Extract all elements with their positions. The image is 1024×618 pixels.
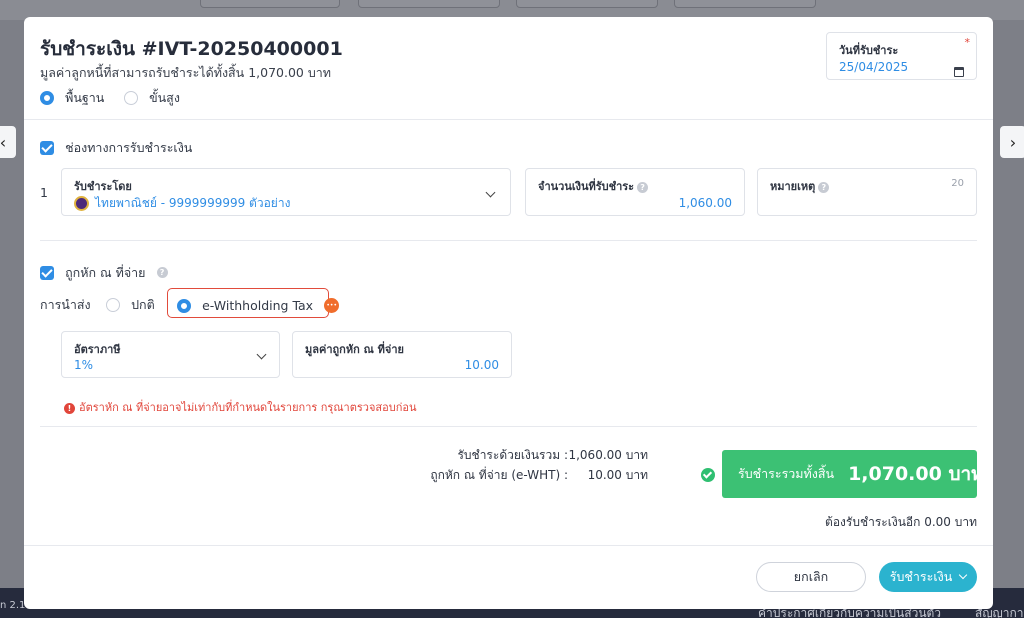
wht-summary-label: ถูกหัก ณ ที่จ่าย (e-WHT) : <box>430 468 568 482</box>
submit-normal-label: ปกติ <box>131 296 155 312</box>
payment-date-label: วันที่รับชำระ <box>839 44 899 57</box>
help-icon[interactable]: ? <box>156 267 168 278</box>
chevron-down-icon[interactable] <box>256 349 267 360</box>
chevron-down-icon[interactable] <box>485 187 496 198</box>
payment-method-select[interactable]: รับชำระโดย ไทยพาณิชย์ - 9999999999 ตัวอย… <box>61 168 511 216</box>
payment-amount-value[interactable]: 1,060.00 <box>679 196 732 210</box>
withholding-checkbox[interactable] <box>40 265 54 280</box>
submit-payment-label: รับชำระเงิน <box>889 569 953 584</box>
divider <box>24 545 993 546</box>
remaining-amount: ต้องรับชำระเงินอีก 0.00 บาท <box>825 515 977 529</box>
tax-rate-label: อัตราภาษี <box>74 343 121 356</box>
divider <box>40 426 977 427</box>
warning-icon: ! <box>64 402 75 414</box>
submit-method-label: การนำส่ง <box>40 297 91 312</box>
chevron-left-icon: ‹ <box>0 132 7 152</box>
divider <box>24 119 993 120</box>
prev-arrow-button[interactable]: ‹ <box>0 126 16 158</box>
next-arrow-button[interactable]: › <box>1000 126 1024 158</box>
background-tab <box>358 0 500 8</box>
mode-advanced-option[interactable]: ขั้นสูง <box>124 87 180 108</box>
calendar-icon[interactable] <box>954 67 964 77</box>
mode-basic-option[interactable]: พื้นฐาน <box>40 87 104 108</box>
payment-amount-label-text: จำนวนเงินที่รับชำระ <box>538 180 635 193</box>
grand-total-value: 1,070.00 บาท <box>848 463 984 485</box>
wht-value-field[interactable]: มูลค่าถูกหัก ณ ที่จ่าย 10.00 <box>292 331 512 378</box>
divider <box>40 240 977 241</box>
payment-amount-label: จำนวนเงินที่รับชำระ? <box>538 177 649 195</box>
wht-warning: ! อัตราหัก ณ ที่จ่ายอาจไม่เท่ากับที่กำหนด… <box>64 398 416 416</box>
mode-basic-label: พื้นฐาน <box>65 89 105 105</box>
chevron-right-icon: › <box>1009 132 1017 152</box>
total-paid-value: 1,060.00 บาท <box>568 448 648 462</box>
mode-advanced-radio[interactable] <box>124 90 138 105</box>
payment-channel-checkbox[interactable] <box>40 140 54 155</box>
mode-advanced-label: ขั้นสูง <box>149 89 180 105</box>
note-field[interactable]: หมายเหตุ? 20 <box>757 168 977 216</box>
submit-ewht-radio[interactable] <box>177 298 191 313</box>
withholding-label: ถูกหัก ณ ที่จ่าย <box>65 264 146 280</box>
payment-channel-toggle[interactable]: ช่องทางการรับชำระเงิน <box>40 137 192 158</box>
check-circle-icon <box>701 468 715 482</box>
chevron-down-icon[interactable] <box>959 570 968 580</box>
payment-method-value: ไทยพาณิชย์ - 9999999999 ตัวอย่าง <box>74 194 290 213</box>
tax-rate-value: 1% <box>74 358 94 372</box>
chat-bubble-icon: ••• <box>324 298 340 313</box>
payment-date-value[interactable]: 25/04/2025 <box>839 60 908 74</box>
bank-logo-icon <box>74 196 89 211</box>
required-indicator: * <box>964 36 971 49</box>
submit-ewht-label: e-Withholding Tax <box>202 298 314 313</box>
submit-normal-option[interactable]: ปกติ <box>106 294 155 315</box>
note-label: หมายเหตุ? <box>770 177 830 195</box>
grand-total-label: รับชำระรวมทั้งสิ้น <box>738 466 835 481</box>
modal-title: รับชำระเงิน #IVT-20250400001 <box>40 38 343 60</box>
wht-summary-value: 10.00 บาท <box>587 468 648 482</box>
row-number: 1 <box>40 185 48 200</box>
submit-payment-button[interactable]: รับชำระเงิน <box>879 562 977 592</box>
help-icon[interactable]: ? <box>818 181 830 193</box>
tax-rate-select[interactable]: อัตราภาษี 1% <box>61 331 280 378</box>
payment-method-label: รับชำระโดย <box>74 180 132 193</box>
withholding-toggle[interactable]: ถูกหัก ณ ที่จ่าย ? <box>40 262 168 283</box>
background-tab <box>516 0 658 8</box>
modal-subtitle: มูลค่าลูกหนี้ที่สามารถรับชำระได้ทั้งสิ้น… <box>40 65 332 80</box>
background-tab <box>674 0 816 8</box>
payment-method-text: ไทยพาณิชย์ - 9999999999 ตัวอย่าง <box>95 196 291 210</box>
wht-value-label: มูลค่าถูกหัก ณ ที่จ่าย <box>305 343 404 356</box>
payment-date-field[interactable]: * วันที่รับชำระ 25/04/2025 <box>826 32 977 80</box>
payment-channel-label: ช่องทางการรับชำระเงิน <box>65 139 193 155</box>
payment-amount-field[interactable]: จำนวนเงินที่รับชำระ? 1,060.00 <box>525 168 745 216</box>
note-char-counter: 20 <box>951 178 964 189</box>
grand-total-box: รับชำระรวมทั้งสิ้น 1,070.00 บาท <box>722 450 984 498</box>
help-icon[interactable]: ? <box>637 181 649 193</box>
payment-modal: รับชำระเงิน #IVT-20250400001 มูลค่าลูกหน… <box>24 17 993 609</box>
background-tab <box>200 0 340 8</box>
total-paid-label: รับชำระด้วยเงินรวม : <box>457 448 568 462</box>
note-label-text: หมายเหตุ <box>770 180 816 193</box>
wht-value[interactable]: 10.00 <box>465 358 499 372</box>
cancel-button[interactable]: ยกเลิก <box>756 562 866 592</box>
submit-normal-radio[interactable] <box>106 297 120 312</box>
submit-ewht-option[interactable]: e-Withholding Tax ••• <box>177 295 340 314</box>
mode-basic-radio[interactable] <box>40 90 54 105</box>
version-text: n 2.1 <box>0 600 26 611</box>
wht-warning-text: อัตราหัก ณ ที่จ่ายอาจไม่เท่ากับที่กำหนดใ… <box>79 401 417 414</box>
